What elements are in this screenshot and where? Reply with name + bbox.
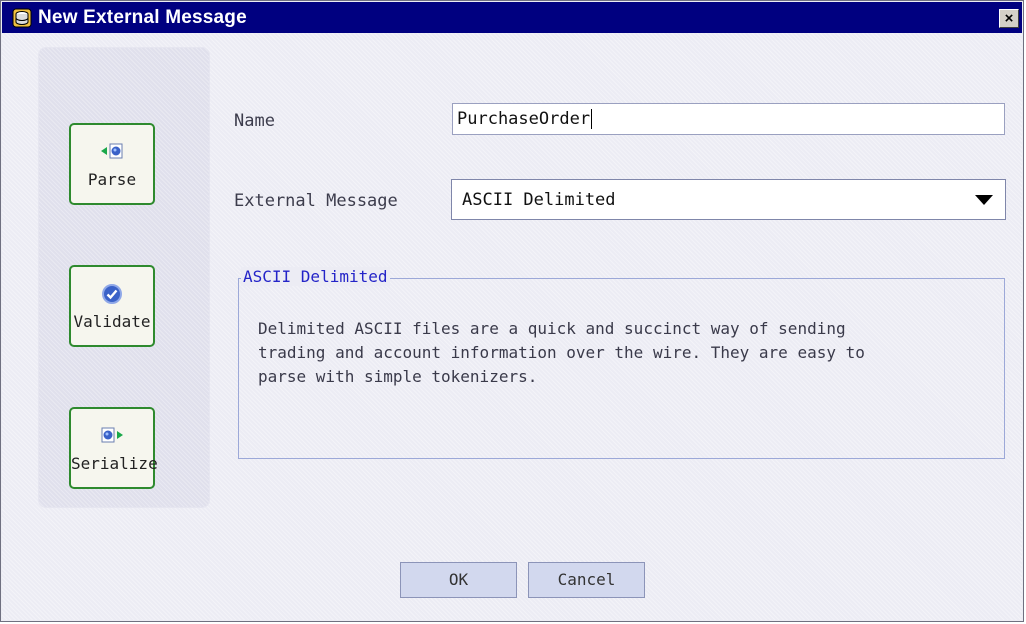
dropdown-arrow-icon[interactable] [975, 195, 993, 205]
external-message-select[interactable]: ASCII Delimited [451, 179, 1006, 220]
serialize-icon [71, 425, 153, 445]
dialog-title: New External Message [38, 7, 247, 28]
text-caret [591, 109, 593, 129]
name-input-value: PurchaseOrder [457, 109, 591, 129]
description-line: trading and account information over the… [258, 343, 865, 362]
group-title: ASCII Delimited [241, 267, 390, 286]
name-label: Name [234, 111, 275, 131]
serialize-button[interactable]: Serialize [69, 407, 158, 489]
description-line: Delimited ASCII files are a quick and su… [258, 319, 846, 338]
validate-label: Validate [73, 312, 151, 331]
parse-button[interactable]: Parse [69, 123, 155, 205]
close-icon: × [1004, 10, 1014, 27]
cancel-button[interactable]: Cancel [528, 562, 645, 598]
validate-button[interactable]: Validate [69, 265, 155, 347]
action-sidebar: Parse Validate Serialize [38, 47, 210, 508]
format-description: Delimited ASCII files are a quick and su… [258, 317, 998, 389]
parse-icon [71, 141, 153, 161]
validate-check-icon [71, 283, 153, 304]
serialize-label: Serialize [71, 454, 158, 473]
close-button[interactable]: × [999, 9, 1019, 28]
title-bar[interactable]: New External Message × [2, 2, 1022, 33]
external-message-value: ASCII Delimited [462, 190, 616, 210]
external-message-label: External Message [234, 191, 398, 211]
format-description-group: ASCII Delimited Delimited ASCII files ar… [238, 267, 1005, 459]
database-icon [12, 8, 32, 28]
description-line: parse with simple tokenizers. [258, 367, 538, 386]
parse-label: Parse [87, 170, 137, 189]
dialog-window: New External Message × Parse Validate Se… [0, 0, 1024, 622]
name-input[interactable]: PurchaseOrder [452, 103, 1005, 135]
ok-button[interactable]: OK [400, 562, 517, 598]
